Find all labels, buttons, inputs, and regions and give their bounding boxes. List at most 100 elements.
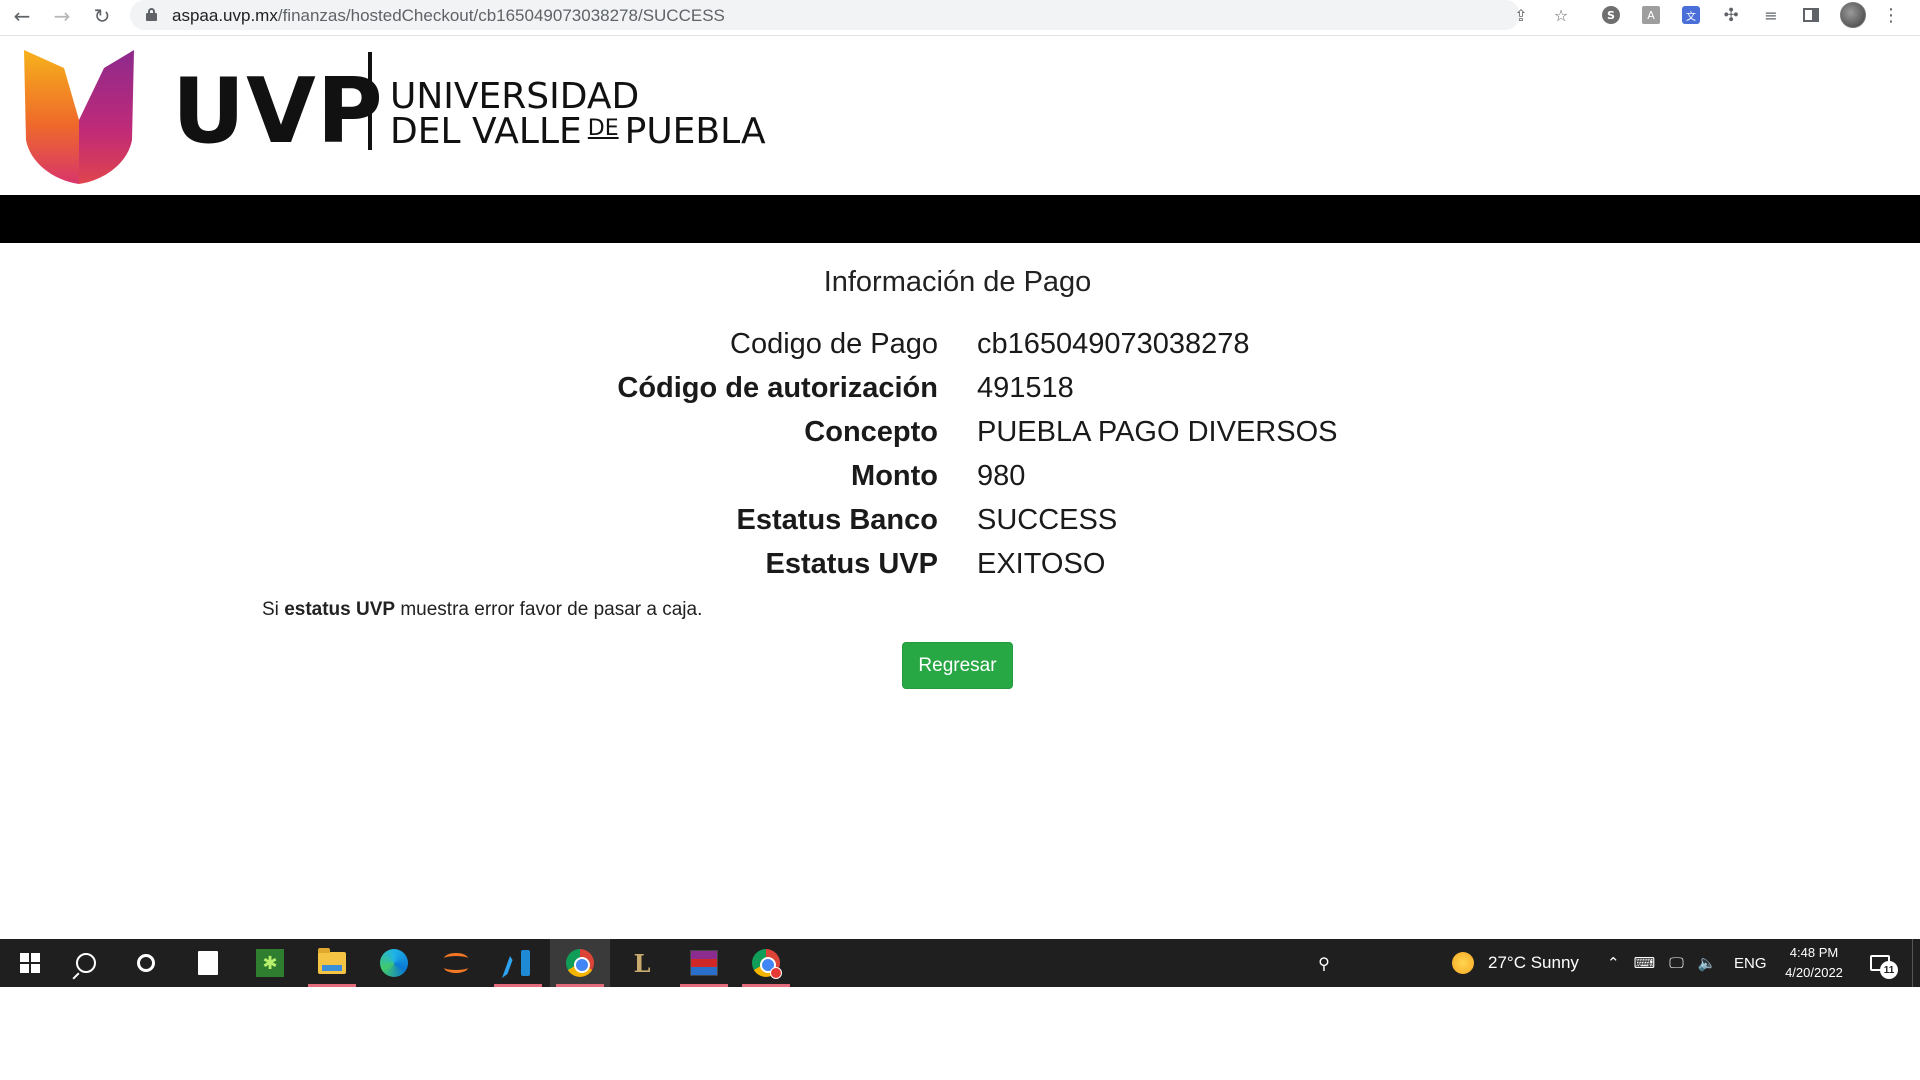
winrar-icon <box>690 950 718 976</box>
menu-icon[interactable]: ⋮ <box>1880 4 1902 26</box>
lock-icon[interactable] <box>146 8 157 21</box>
taskbar-app-green[interactable]: ✱ <box>240 939 300 987</box>
info-label: Concepto <box>804 416 938 448</box>
logo-divider <box>368 52 372 150</box>
network-icon[interactable]: 🖵 <box>1669 954 1683 972</box>
browser-toolbar: ← → ↻ aspaa.uvp.mx/finanzas/hostedChecko… <box>0 0 1920 36</box>
info-value: 980 <box>977 460 1026 492</box>
info-row-uvp-status: Estatus UVP EXITOSO <box>0 548 1920 592</box>
note-suffix: muestra error favor de pasar a caja. <box>400 599 703 620</box>
logo-university-line2: DEL VALLE DE PUEBLA <box>390 114 766 150</box>
cortana-button[interactable] <box>116 939 176 987</box>
running-indicator <box>680 984 728 987</box>
keyboard-icon[interactable]: ⌨ <box>1634 954 1656 972</box>
document-icon <box>198 951 218 975</box>
windows-icon <box>20 953 40 973</box>
header-black-bar <box>0 195 1920 243</box>
regresar-button[interactable]: Regresar <box>902 642 1013 689</box>
jupyter-icon <box>442 949 470 977</box>
weather-text: 27°C Sunny <box>1488 953 1579 972</box>
edge-icon <box>380 949 408 977</box>
media-icon[interactable]: ≡ <box>1760 4 1782 26</box>
reload-icon[interactable]: ↻ <box>88 2 116 30</box>
taskbar-app-edge[interactable] <box>364 939 424 987</box>
logo-university-line1: UNIVERSIDAD <box>390 76 640 117</box>
url-host: aspaa.uvp.mx <box>172 6 278 25</box>
taskbar: ✱ L ⚲ 27°C Sunny ⌃ ⌨ 🖵 🔈 ENG 4:48 PM 4/2… <box>0 939 1920 987</box>
status-note: Si estatus UVP muestra error favor de pa… <box>262 599 702 621</box>
translate-extension-icon[interactable]: 文 <box>1680 4 1702 26</box>
chrome-profile-icon <box>752 949 782 979</box>
taskbar-app-league[interactable]: L <box>612 939 672 987</box>
info-value: cb165049073038278 <box>977 328 1250 360</box>
info-value: PUEBLA PAGO DIVERSOS <box>977 416 1338 448</box>
taskbar-app-file-explorer[interactable] <box>302 939 362 987</box>
clock-date: 4/20/2022 <box>1785 965 1843 980</box>
star-icon[interactable]: ☆ <box>1550 4 1572 26</box>
info-row-concept: Concepto PUEBLA PAGO DIVERSOS <box>0 416 1920 460</box>
note-bold: estatus UVP <box>284 599 396 620</box>
side-panel-icon[interactable] <box>1800 4 1822 26</box>
skype-extension-icon[interactable]: S <box>1600 4 1622 26</box>
back-icon[interactable]: ← <box>8 2 36 30</box>
puzzle-icon[interactable]: ✣ <box>1720 4 1742 26</box>
taskbar-app-notepad[interactable] <box>178 939 238 987</box>
site-header: UVP UNIVERSIDAD DEL VALLE DE PUEBLA <box>0 37 1920 195</box>
taskbar-app-chrome[interactable] <box>550 939 610 987</box>
language-indicator[interactable]: ENG <box>1734 939 1767 987</box>
folder-icon <box>318 948 346 974</box>
forward-icon[interactable]: → <box>48 2 76 30</box>
show-desktop-button[interactable] <box>1912 939 1913 987</box>
info-row-amount: Monto 980 <box>0 460 1920 504</box>
system-tray: ⌃ ⌨ 🖵 🔈 <box>1607 939 1716 987</box>
clock[interactable]: 4:48 PM 4/20/2022 <box>1776 939 1852 987</box>
vscode-icon <box>504 949 532 977</box>
info-label: Código de autorización <box>617 372 938 404</box>
sun-icon <box>1452 952 1474 974</box>
logo-line2-de: DE <box>587 116 619 141</box>
taskbar-app-vscode[interactable] <box>488 939 548 987</box>
search-icon <box>76 953 96 973</box>
info-value: SUCCESS <box>977 504 1118 536</box>
start-button[interactable] <box>0 939 60 987</box>
notification-badge: 11 <box>1880 961 1898 979</box>
green-app-icon: ✱ <box>256 949 284 977</box>
logo-line2-b: PUEBLA <box>624 111 766 152</box>
page-title: Información de Pago <box>823 266 1092 298</box>
info-row-authorization-code: Código de autorización 491518 <box>0 372 1920 416</box>
url-path: /finanzas/hostedCheckout/cb1650490730382… <box>277 6 725 25</box>
info-value: EXITOSO <box>977 548 1106 580</box>
info-value: 491518 <box>977 372 1074 404</box>
search-button[interactable] <box>56 939 116 987</box>
running-indicator <box>742 984 790 987</box>
info-label: Estatus Banco <box>736 504 938 536</box>
league-icon: L <box>633 948 651 978</box>
clock-time: 4:48 PM <box>1789 945 1839 960</box>
running-indicator <box>556 984 604 987</box>
note-prefix: Si <box>262 599 279 620</box>
chrome-icon <box>566 949 594 977</box>
taskbar-app-winrar[interactable] <box>674 939 734 987</box>
taskbar-app-chrome-profile[interactable] <box>736 939 796 987</box>
url-text[interactable]: aspaa.uvp.mx/finanzas/hostedCheckout/cb1… <box>172 6 725 26</box>
info-label: Monto <box>851 460 938 492</box>
running-indicator <box>494 984 542 987</box>
avatar[interactable] <box>1840 2 1866 28</box>
weather-widget[interactable]: 27°C Sunny <box>1452 939 1579 987</box>
info-row-payment-code: Codigo de Pago cb165049073038278 <box>0 328 1920 372</box>
address-bar[interactable]: aspaa.uvp.mx/finanzas/hostedCheckout/cb1… <box>130 0 1568 30</box>
notification-center[interactable]: 11 <box>1865 939 1898 987</box>
volume-icon[interactable]: 🔈 <box>1698 954 1717 972</box>
running-indicator <box>308 984 356 987</box>
cortana-icon <box>137 954 155 972</box>
info-label: Codigo de Pago <box>730 328 938 360</box>
info-row-bank-status: Estatus Banco SUCCESS <box>0 504 1920 548</box>
uvp-logo-mark <box>24 50 134 184</box>
logo-abbrev: UVP <box>172 59 384 164</box>
info-label: Estatus UVP <box>765 548 938 580</box>
a-extension-icon[interactable]: A <box>1640 4 1662 26</box>
taskbar-app-jupyter[interactable] <box>426 939 486 987</box>
chevron-up-icon[interactable]: ⌃ <box>1607 954 1620 972</box>
share-icon[interactable]: ⇪ <box>1510 4 1532 26</box>
people-icon[interactable]: ⚲ <box>1310 939 1338 987</box>
